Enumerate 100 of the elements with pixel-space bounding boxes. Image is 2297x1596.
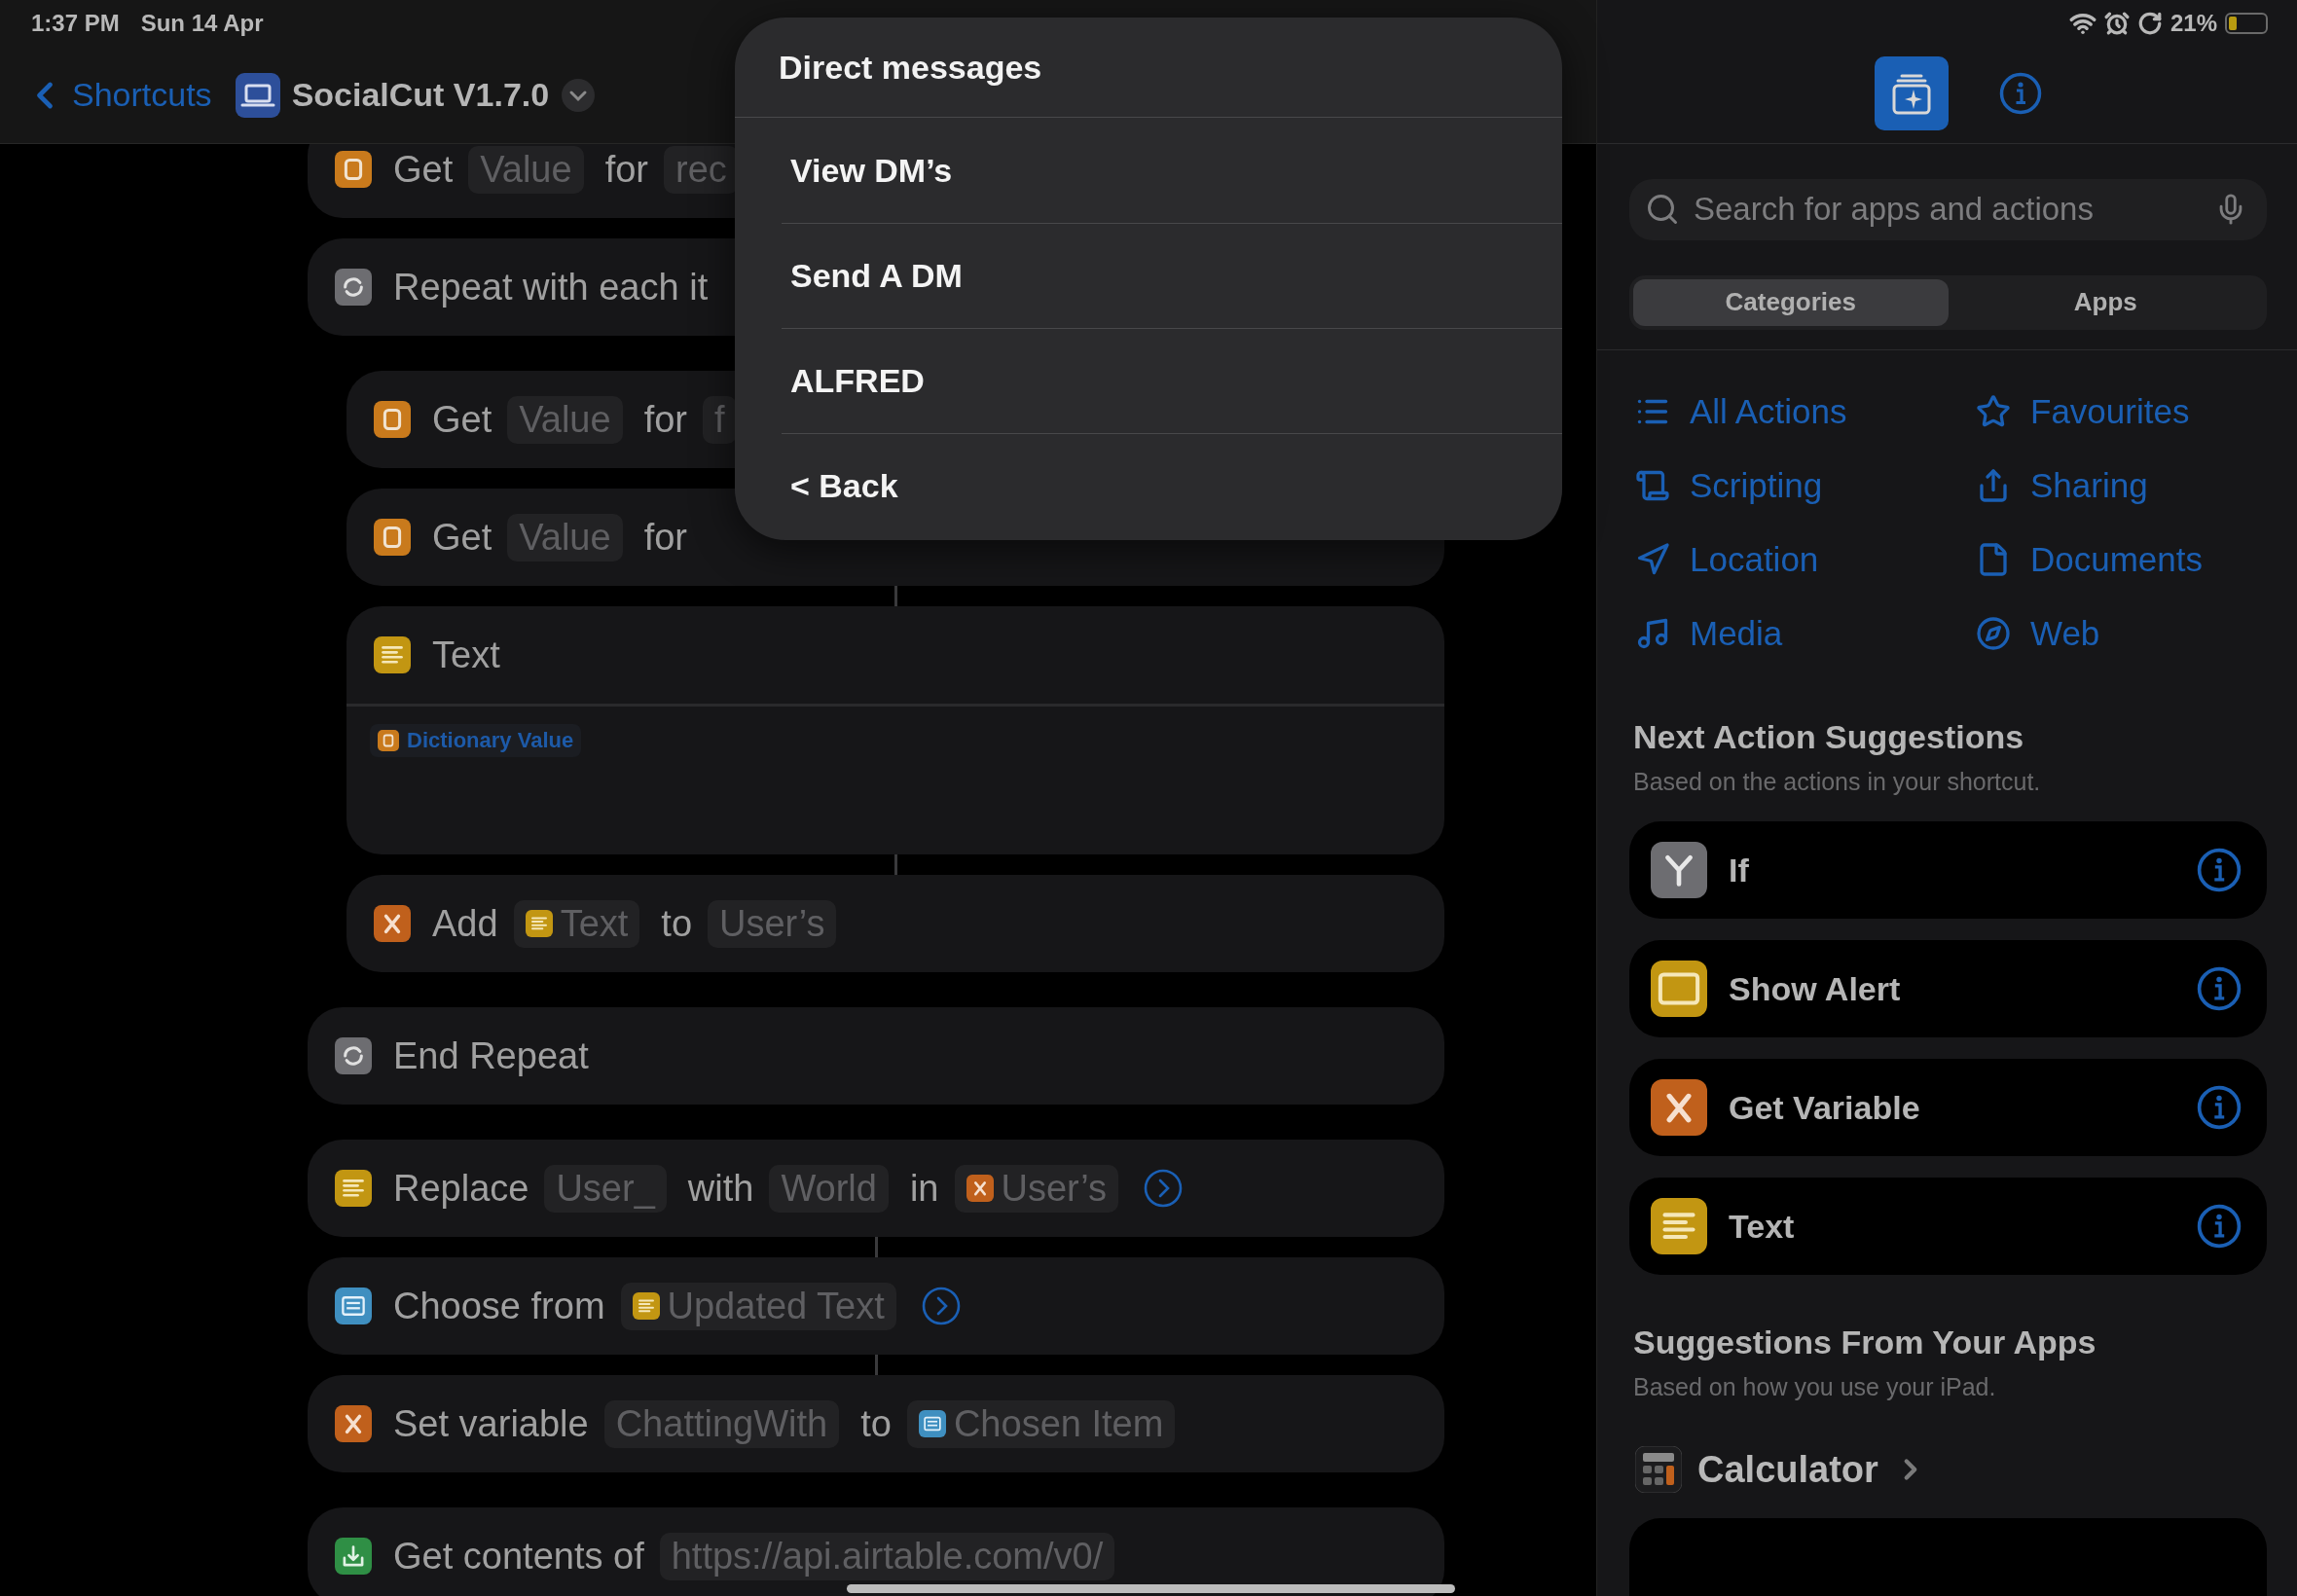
section-subtitle: Based on how you use your iPad. xyxy=(1632,1373,1997,1401)
parameter-token[interactable]: Value xyxy=(468,145,584,194)
suggestion-card[interactable]: Get Variable xyxy=(1629,1059,2267,1156)
suggestion-card[interactable]: Show Alert xyxy=(1629,940,2267,1037)
chevron-down-icon[interactable] xyxy=(561,77,597,113)
window-icon xyxy=(1651,961,1707,1017)
action-text: with xyxy=(687,1167,754,1210)
scroll-icon xyxy=(1635,468,1670,503)
action-text: Add xyxy=(432,902,498,945)
parameter-token[interactable]: User’s xyxy=(708,899,837,948)
app-link[interactable]: Calculator xyxy=(1629,1446,2267,1493)
compass-icon xyxy=(1976,616,2011,651)
action-text: for xyxy=(643,516,687,559)
lines-icon xyxy=(632,1292,660,1320)
action-card[interactable]: Set variable ChattingWith to Chosen Item xyxy=(308,1375,1444,1472)
calculator-icon xyxy=(1635,1446,1682,1493)
menu-item[interactable]: View DM’s xyxy=(782,118,1562,223)
lines-icon xyxy=(335,1170,372,1207)
book-icon xyxy=(374,401,411,438)
repeat-icon xyxy=(335,1037,372,1074)
back-link[interactable]: Shortcuts xyxy=(23,73,212,117)
action-card[interactable]: Replace User_ with World in User’s xyxy=(308,1140,1444,1237)
action-card[interactable]: End Repeat xyxy=(308,1007,1444,1105)
info-icon xyxy=(2197,848,2242,892)
lines-icon xyxy=(374,636,411,673)
segment-tab[interactable]: Apps xyxy=(1948,278,2263,327)
category-link[interactable]: Media xyxy=(1629,605,1970,662)
suggestion-card[interactable]: Text xyxy=(1629,1178,2267,1275)
search-bar[interactable]: Search for apps and actions xyxy=(1629,179,2267,240)
parameter-token[interactable]: Chosen Item xyxy=(906,1399,1176,1448)
x-icon xyxy=(966,1175,994,1202)
action-library-button[interactable] xyxy=(1874,55,1949,130)
list-icon xyxy=(918,1410,946,1437)
action-text: Get contents of xyxy=(393,1535,644,1578)
chevron-right-circle-icon xyxy=(1143,1169,1183,1208)
segment-tab[interactable]: Categories xyxy=(1633,278,1949,327)
parameter-token[interactable]: ChattingWith xyxy=(603,1399,840,1448)
status-date: Sun 14 Apr xyxy=(140,10,264,37)
parameter-token[interactable]: Text xyxy=(513,899,640,948)
location-arrow-icon xyxy=(1635,542,1670,577)
parameter-token[interactable]: f xyxy=(703,395,737,444)
book-icon xyxy=(378,730,399,751)
expand-button[interactable] xyxy=(1143,1169,1183,1208)
parameter-token[interactable]: Value xyxy=(507,395,623,444)
star-icon xyxy=(1976,394,2011,429)
shortcut-title[interactable]: SocialCut V1.7.0 xyxy=(291,76,550,114)
category-link[interactable]: Location xyxy=(1629,531,1970,588)
action-text: Replace xyxy=(393,1167,529,1210)
rotation-lock-icon xyxy=(2136,11,2163,36)
alarm-icon xyxy=(2103,11,2130,36)
parameter-token[interactable]: Value xyxy=(507,513,623,562)
category-link[interactable]: Favourites xyxy=(1970,383,2267,440)
category-link[interactable]: Scripting xyxy=(1629,457,1970,514)
suggestion-label: Show Alert xyxy=(1729,969,1902,1008)
suggestion-label: Text xyxy=(1729,1207,1796,1246)
parameter-token[interactable]: https://api.airtable.com/v0/ xyxy=(659,1532,1115,1580)
suggestion-label: If xyxy=(1729,851,1750,889)
menu-item[interactable]: ALFRED xyxy=(782,328,1562,433)
action-text: Get xyxy=(432,398,492,441)
info-icon xyxy=(2197,1085,2242,1130)
parameter-token[interactable]: World xyxy=(769,1164,889,1213)
search-input[interactable]: Search for apps and actions xyxy=(1692,190,2203,230)
book-icon xyxy=(374,519,411,556)
x-icon xyxy=(335,1405,372,1442)
action-card[interactable]: Get contents of https://api.airtable.com/v0/ xyxy=(308,1507,1444,1596)
action-text: Repeat with each it xyxy=(393,266,709,308)
action-text: End Repeat xyxy=(393,1034,589,1077)
expand-button[interactable] xyxy=(921,1287,961,1325)
info-button[interactable] xyxy=(2197,1204,2242,1249)
category-link[interactable]: All Actions xyxy=(1629,383,1970,440)
section-subtitle: Based on the actions in your shortcut. xyxy=(1632,768,2042,796)
info-button[interactable] xyxy=(2197,848,2242,892)
info-button[interactable] xyxy=(2197,1085,2242,1130)
menu-item[interactable]: Send A DM xyxy=(782,223,1562,328)
info-icon xyxy=(2197,1204,2242,1249)
parameter-token[interactable]: User_ xyxy=(544,1164,667,1213)
book-icon xyxy=(335,151,372,188)
battery-percent: 21% xyxy=(2169,10,2217,37)
section-title: Next Action Suggestions xyxy=(1632,718,2025,756)
action-text: to xyxy=(661,902,693,945)
parameter-token[interactable]: Updated Text xyxy=(620,1282,896,1330)
laptop-icon xyxy=(235,72,280,118)
action-text: for xyxy=(604,148,648,191)
text-action-card[interactable]: Text Dictionary Value xyxy=(346,606,1444,854)
action-text: Get xyxy=(432,516,492,559)
fork-icon xyxy=(1651,842,1707,898)
category-link[interactable]: Documents xyxy=(1970,531,2267,588)
action-card[interactable]: Choose from Updated Text xyxy=(308,1257,1444,1355)
info-button[interactable] xyxy=(2197,966,2242,1011)
action-card[interactable]: Add Text to User’s xyxy=(346,875,1444,972)
parameter-token[interactable]: User’s xyxy=(954,1164,1118,1213)
info-icon xyxy=(1998,71,2042,115)
info-icon xyxy=(2197,966,2242,1011)
menu-item[interactable]: < Back xyxy=(782,433,1562,538)
variable-token[interactable]: Dictionary Value xyxy=(370,724,582,757)
action-text: Choose from xyxy=(393,1285,605,1327)
category-link[interactable]: Sharing xyxy=(1970,457,2267,514)
section-title: Suggestions From Your Apps xyxy=(1632,1324,2097,1361)
category-link[interactable]: Web xyxy=(1970,605,2267,662)
suggestion-card[interactable]: If xyxy=(1629,821,2267,919)
